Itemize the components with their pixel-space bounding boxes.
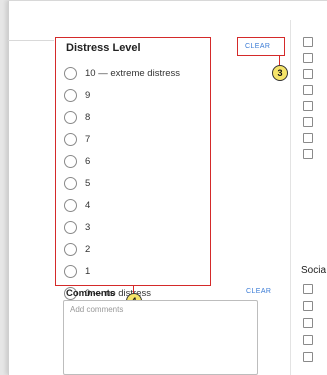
checkbox[interactable] [303, 335, 313, 345]
callout-connector [279, 56, 280, 65]
checkbox[interactable] [303, 85, 313, 95]
checkbox[interactable] [303, 352, 313, 362]
checkbox[interactable] [303, 117, 313, 127]
checkbox[interactable] [303, 318, 313, 328]
callout-badge-3: 3 [272, 65, 288, 81]
checkbox[interactable] [303, 37, 313, 47]
column-divider [290, 20, 291, 375]
checkbox[interactable] [303, 69, 313, 79]
comments-title: Comments [66, 288, 116, 299]
comments-textarea[interactable]: Add comments [63, 300, 258, 375]
checkbox[interactable] [303, 133, 313, 143]
highlight-box-clear [237, 37, 285, 56]
checkbox[interactable] [303, 149, 313, 159]
left-column-divider [8, 40, 54, 41]
screen: Distress Level CLEAR 10 — extreme distre… [0, 0, 327, 375]
social-section-heading: Socia [301, 265, 327, 276]
comments-clear-button[interactable]: CLEAR [246, 288, 271, 295]
checkbox[interactable] [303, 301, 313, 311]
panel-top-edge [8, 0, 327, 4]
checkbox[interactable] [303, 101, 313, 111]
checkbox[interactable] [303, 53, 313, 63]
checkbox[interactable] [303, 284, 313, 294]
highlight-box-distress-level [55, 37, 211, 286]
